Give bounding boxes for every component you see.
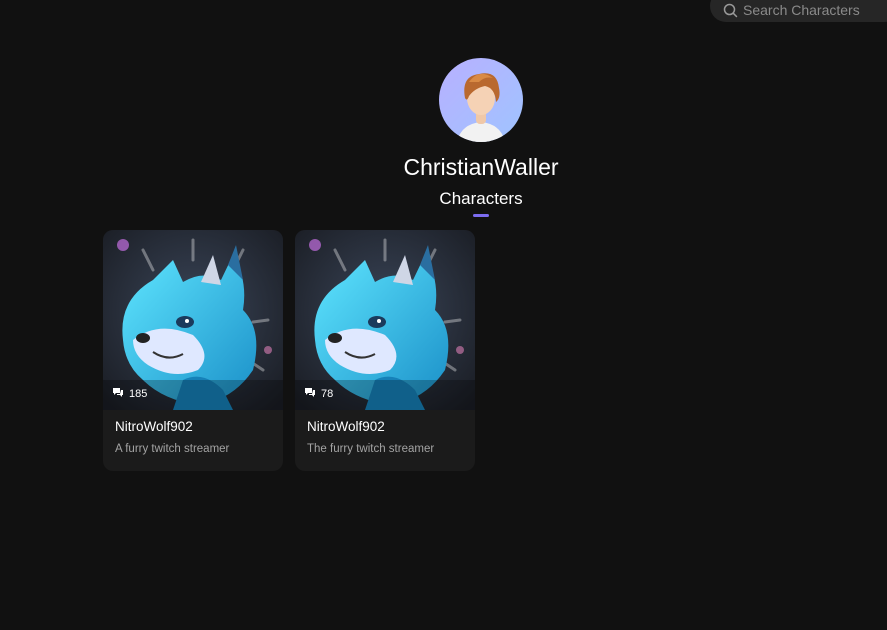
character-image	[103, 230, 283, 410]
tab-characters[interactable]: Characters	[381, 189, 581, 209]
profile-username: ChristianWaller	[403, 154, 559, 180]
chat-bubbles-icon	[304, 387, 316, 400]
character-description: A furry twitch streamer	[115, 443, 230, 455]
profile-page: Search Characters ChristianWaller Charac…	[0, 0, 887, 630]
chat-bubbles-icon	[112, 387, 124, 400]
search-input[interactable]: Search Characters	[743, 2, 860, 18]
character-card[interactable]: 185 NitroWolf902 A furry twitch streamer	[103, 230, 283, 471]
search-bar[interactable]: Search Characters	[710, 0, 887, 22]
avatar	[439, 58, 523, 142]
chat-count: 78	[304, 387, 333, 400]
active-tab-indicator	[473, 214, 489, 217]
character-card[interactable]: 78 NitroWolf902 The furry twitch streame…	[295, 230, 475, 471]
character-description: The furry twitch streamer	[307, 443, 435, 455]
chat-count-value: 185	[129, 387, 148, 400]
search-icon	[723, 0, 738, 18]
character-name: NitroWolf902	[115, 419, 193, 434]
chat-count-value: 78	[321, 387, 334, 400]
chat-count: 185	[112, 387, 147, 400]
character-name: NitroWolf902	[307, 419, 385, 434]
character-image	[295, 230, 475, 410]
